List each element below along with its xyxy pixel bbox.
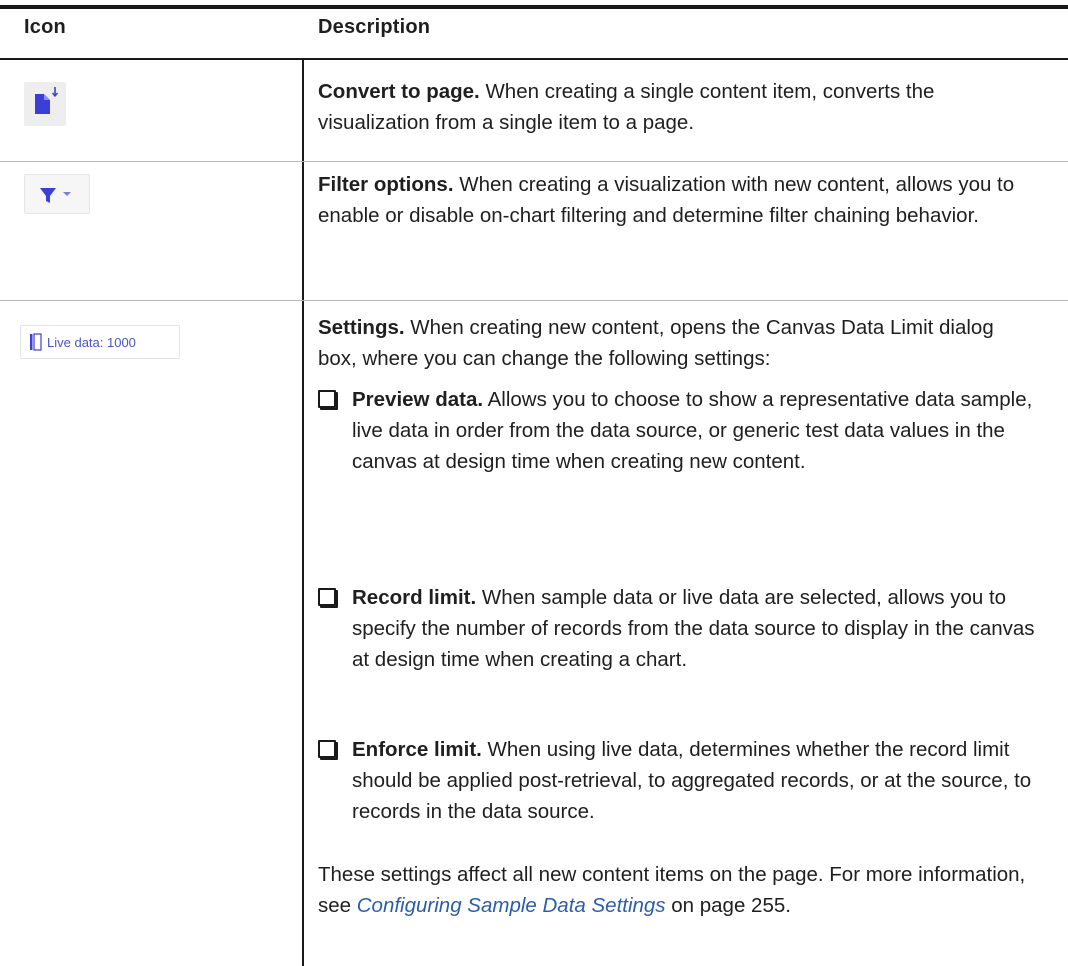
row-rule (0, 300, 1068, 301)
column-separator (302, 60, 304, 966)
checkbox-bullet-icon (318, 390, 336, 408)
checkbox-bullet-icon (318, 588, 336, 606)
row-title: Settings. (318, 316, 405, 339)
row-title: Filter options. (318, 173, 454, 196)
header-description: Description (318, 16, 431, 38)
table-top-rule (0, 5, 1068, 9)
checkbox-bullet-icon (318, 740, 336, 758)
live-data-label: Live data: 1000 (47, 334, 136, 350)
header-rule (0, 58, 1068, 60)
row-title: Convert to page. (318, 80, 480, 103)
bullet-title: Record limit. (352, 586, 477, 609)
bullet-text: Enforce limit. When using live data, det… (352, 734, 1042, 827)
bullet-title: Enforce limit. (352, 738, 482, 761)
footer-page-ref: on page 255. (665, 894, 791, 917)
configuring-sample-data-link[interactable]: Configuring Sample Data Settings (357, 894, 666, 917)
settings-footer-note: These settings affect all new content it… (318, 859, 1030, 921)
row-text: When creating new content, opens the Can… (318, 316, 994, 370)
convert-to-page-icon[interactable] (24, 82, 66, 126)
bullet-text: Preview data. Allows you to choose to sh… (352, 384, 1042, 477)
row-rule (0, 161, 1068, 162)
row-settings-description: Settings. When creating new content, ope… (318, 312, 1038, 374)
header-icon: Icon (24, 16, 66, 38)
row-convert-description: Convert to page. When creating a single … (318, 76, 1038, 138)
bullet-text: Record limit. When sample data or live d… (352, 582, 1042, 675)
icon-description-table: Icon Description Convert to page. When c… (0, 0, 1068, 966)
bullet-title: Preview data. (352, 388, 484, 411)
row-filter-description: Filter options. When creating a visualiz… (318, 169, 1038, 231)
live-data-settings-icon[interactable]: Live data: 1000 (20, 325, 180, 359)
filter-options-icon[interactable] (24, 174, 90, 214)
live-data-bar-icon (30, 333, 42, 351)
